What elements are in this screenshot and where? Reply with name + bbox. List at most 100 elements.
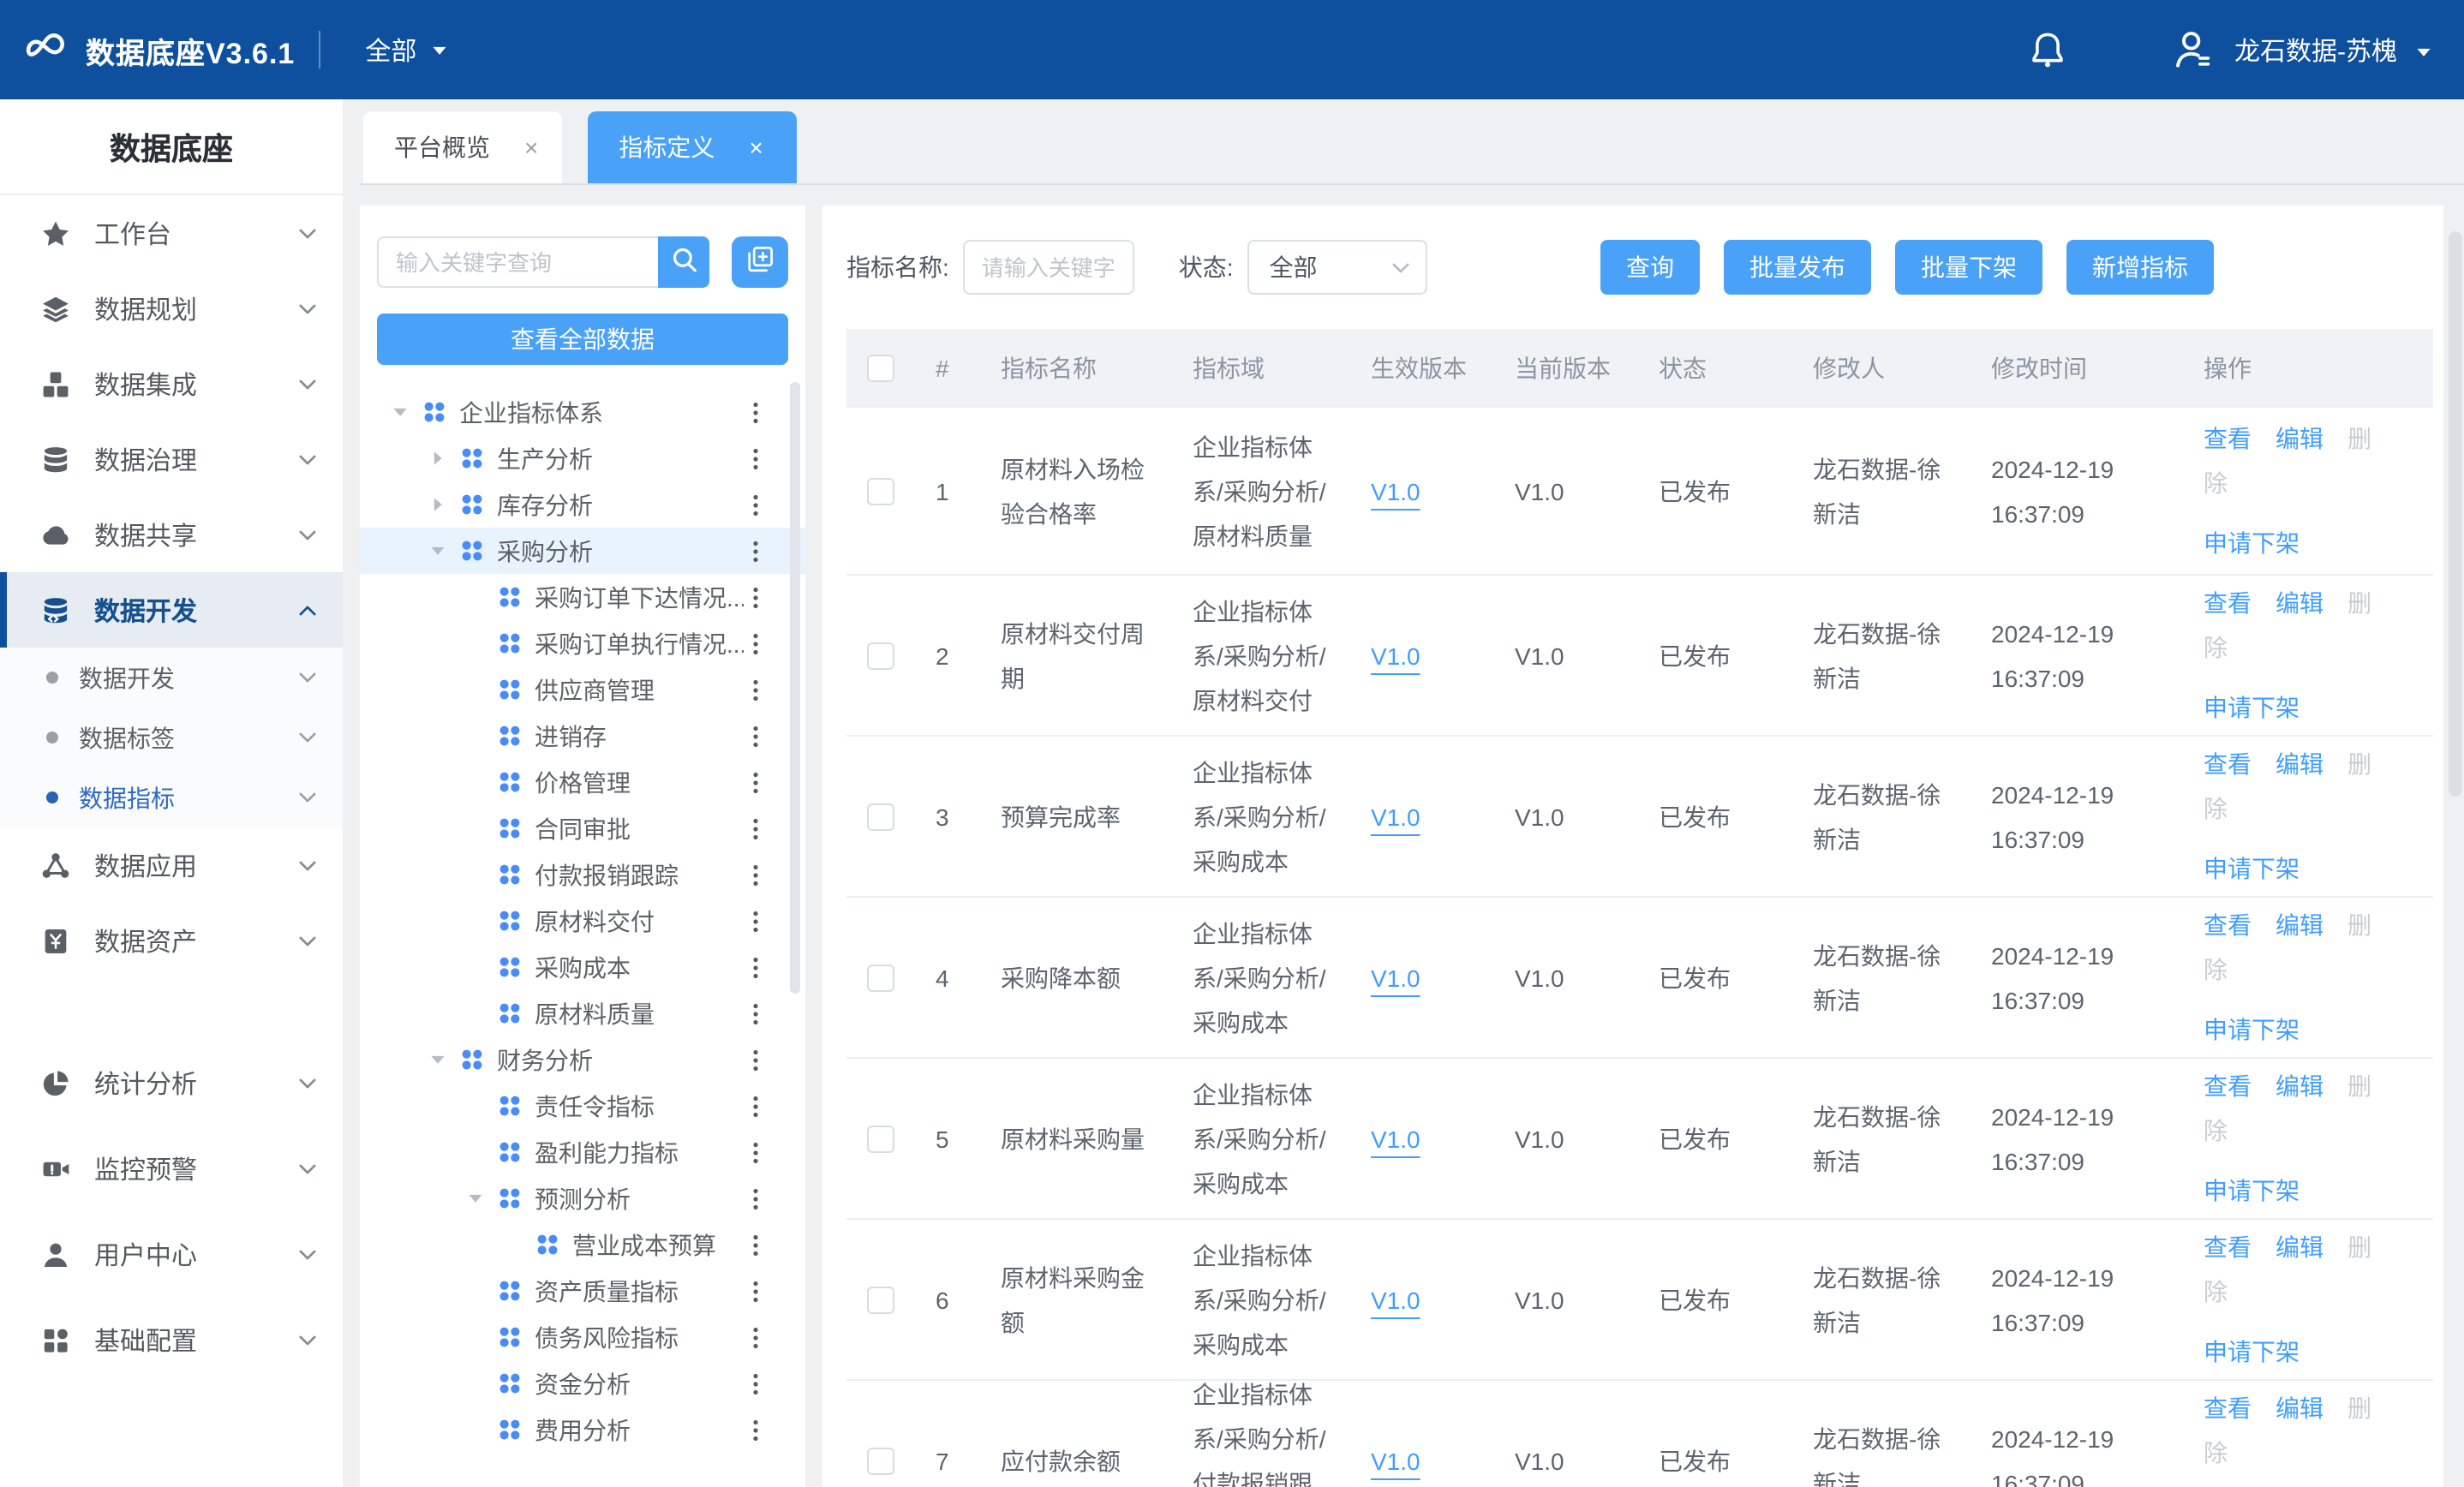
tree-node[interactable]: 企业指标体系 (360, 389, 805, 435)
caret-down-icon[interactable] (2414, 42, 2433, 61)
sidebar-item-7[interactable]: 数据应用 (0, 827, 343, 903)
tree-node[interactable]: 采购订单执行情况... (360, 620, 805, 666)
batch-publish-button[interactable]: 批量发布 (1724, 240, 1871, 295)
caret-down-icon[interactable] (466, 1186, 490, 1210)
dots-vertical-icon[interactable] (744, 583, 768, 611)
tree-node[interactable]: 债务风险指标 (360, 1314, 805, 1360)
edit-link[interactable]: 编辑 (2276, 589, 2323, 617)
effective-version-link[interactable]: V1.0 (1371, 964, 1420, 991)
dots-vertical-icon[interactable] (744, 1185, 768, 1212)
dots-vertical-icon[interactable] (744, 1092, 768, 1120)
effective-version-link[interactable]: V1.0 (1371, 477, 1420, 505)
close-icon[interactable]: × (749, 134, 763, 161)
sidebar-item-5[interactable]: 数据共享 (0, 497, 343, 572)
search-button[interactable] (658, 236, 709, 288)
edit-link[interactable]: 编辑 (2276, 1394, 2323, 1422)
dots-vertical-icon[interactable] (744, 1231, 768, 1258)
effective-version-link[interactable]: V1.0 (1371, 803, 1420, 830)
close-icon[interactable]: × (524, 134, 538, 161)
sidebar-subitem-3[interactable]: 数据指标 (0, 767, 343, 827)
row-checkbox[interactable] (867, 477, 894, 505)
request-offline-link[interactable]: 申请下架 (2204, 1016, 2300, 1043)
tree-node[interactable]: 进销存 (360, 713, 805, 759)
view-link[interactable]: 查看 (2204, 1072, 2252, 1100)
page-scrollbar[interactable] (2449, 111, 2462, 1487)
dots-vertical-icon[interactable] (744, 1416, 768, 1443)
request-offline-link[interactable]: 申请下架 (2204, 855, 2300, 882)
tree-node[interactable]: 采购分析 (360, 528, 805, 574)
tree-node[interactable]: 库存分析 (360, 481, 805, 528)
tree-node[interactable]: 采购订单下达情况... (360, 574, 805, 620)
indicator-name-input[interactable] (963, 240, 1134, 295)
edit-link[interactable]: 编辑 (2276, 911, 2323, 939)
row-checkbox[interactable] (867, 803, 894, 830)
caret-down-icon[interactable] (428, 539, 452, 563)
row-checkbox[interactable] (867, 1447, 894, 1474)
row-checkbox[interactable] (867, 1286, 894, 1313)
sidebar-item-10[interactable]: 监控预警 (0, 1126, 343, 1211)
tree-node[interactable]: 费用分析 (360, 1406, 805, 1453)
request-offline-link[interactable]: 申请下架 (2204, 1338, 2300, 1365)
dots-vertical-icon[interactable] (744, 907, 768, 935)
dots-vertical-icon[interactable] (744, 1138, 768, 1166)
request-offline-link[interactable]: 申请下架 (2204, 694, 2300, 721)
dots-vertical-icon[interactable] (744, 398, 768, 426)
sidebar-item-4[interactable]: 数据治理 (0, 421, 343, 497)
tree-node[interactable]: 资金分析 (360, 1360, 805, 1406)
select-all-checkbox[interactable] (867, 355, 894, 382)
add-category-button[interactable] (732, 236, 788, 288)
tree-node[interactable]: 盈利能力指标 (360, 1129, 805, 1175)
dots-vertical-icon[interactable] (744, 1277, 768, 1305)
dots-vertical-icon[interactable] (744, 1000, 768, 1027)
tab-2[interactable]: 指标定义× (588, 111, 797, 183)
dots-vertical-icon[interactable] (744, 537, 768, 564)
request-offline-link[interactable]: 申请下架 (2204, 1177, 2300, 1204)
view-link[interactable]: 查看 (2204, 589, 2252, 617)
tree-node[interactable]: 预测分析 (360, 1175, 805, 1221)
effective-version-link[interactable]: V1.0 (1371, 1447, 1420, 1474)
caret-down-icon[interactable] (428, 1048, 452, 1072)
status-select[interactable]: 全部 (1247, 240, 1427, 295)
page-scrollbar-thumb[interactable] (2449, 231, 2462, 797)
tab-1[interactable]: 平台概览× (363, 111, 562, 183)
dots-vertical-icon[interactable] (744, 861, 768, 888)
view-link[interactable]: 查看 (2204, 750, 2252, 778)
batch-offline-button[interactable]: 批量下架 (1895, 240, 2042, 295)
row-checkbox[interactable] (867, 642, 894, 669)
caret-right-icon[interactable] (428, 446, 452, 470)
tree-node[interactable]: 合同审批 (360, 805, 805, 851)
dots-vertical-icon[interactable] (744, 676, 768, 703)
dots-vertical-icon[interactable] (744, 445, 768, 472)
tree-node[interactable]: 资产质量指标 (360, 1268, 805, 1314)
scope-dropdown[interactable]: 全部 (365, 32, 449, 68)
sidebar-subitem-1[interactable]: 数据开发 (0, 648, 343, 708)
tree-node[interactable]: 供应商管理 (360, 666, 805, 713)
sidebar-item-12[interactable]: 基础配置 (0, 1297, 343, 1382)
tree-node[interactable]: 价格管理 (360, 759, 805, 805)
tree-search-input[interactable] (377, 236, 658, 288)
view-all-data-button[interactable]: 查看全部数据 (377, 314, 788, 365)
effective-version-link[interactable]: V1.0 (1371, 642, 1420, 669)
dots-vertical-icon[interactable] (744, 1323, 768, 1351)
edit-link[interactable]: 编辑 (2276, 750, 2323, 778)
sidebar-item-6[interactable]: 数据开发 (0, 572, 343, 648)
tree-node[interactable]: 责任令指标 (360, 1083, 805, 1129)
sidebar-item-1[interactable]: 工作台 (0, 195, 343, 271)
dots-vertical-icon[interactable] (744, 491, 768, 518)
caret-down-icon[interactable] (391, 400, 415, 424)
dots-vertical-icon[interactable] (744, 630, 768, 657)
bell-icon[interactable] (2029, 31, 2066, 69)
tree-node[interactable]: 营业成本预算 (360, 1221, 805, 1268)
edit-link[interactable]: 编辑 (2276, 1072, 2323, 1100)
caret-right-icon[interactable] (428, 493, 452, 517)
tree-node[interactable]: 财务分析 (360, 1036, 805, 1083)
tree-scrollbar[interactable] (790, 382, 800, 994)
tree-node[interactable]: 付款报销跟踪 (360, 851, 805, 898)
row-checkbox[interactable] (867, 1125, 894, 1152)
tree-node[interactable]: 生产分析 (360, 435, 805, 481)
sidebar-subitem-2[interactable]: 数据标签 (0, 708, 343, 767)
tree-node[interactable]: 原材料交付 (360, 898, 805, 944)
row-checkbox[interactable] (867, 964, 894, 991)
query-button[interactable]: 查询 (1600, 240, 1700, 295)
view-link[interactable]: 查看 (2204, 425, 2252, 452)
